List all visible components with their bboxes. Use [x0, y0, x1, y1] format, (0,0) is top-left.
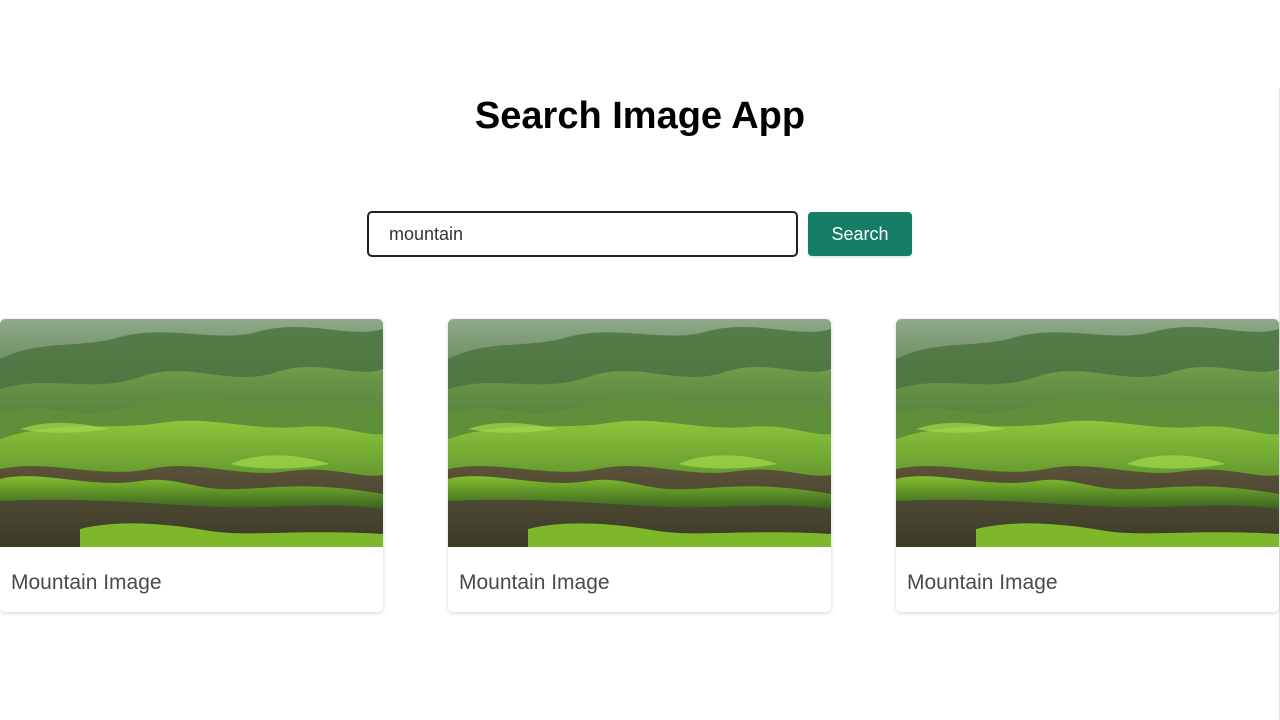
result-image[interactable] — [448, 319, 831, 547]
result-image[interactable] — [896, 319, 1279, 547]
page-title: Search Image App — [474, 95, 806, 137]
image-card[interactable]: Mountain Image — [896, 319, 1279, 612]
image-card[interactable]: Mountain Image — [448, 319, 831, 612]
image-results: Mountain Image Mountain Image Mountain I… — [0, 319, 1280, 613]
search-input[interactable] — [367, 211, 798, 257]
image-caption-link[interactable]: Mountain Image — [459, 571, 610, 595]
result-image[interactable] — [0, 319, 383, 547]
image-caption-link[interactable]: Mountain Image — [907, 571, 1058, 595]
search-button[interactable]: Search — [808, 212, 912, 256]
search-form: Search — [367, 211, 912, 257]
app-page: Search Image App Search Mountain Image M… — [0, 0, 1280, 720]
image-caption-link[interactable]: Mountain Image — [11, 571, 162, 595]
image-card[interactable]: Mountain Image — [0, 319, 383, 612]
